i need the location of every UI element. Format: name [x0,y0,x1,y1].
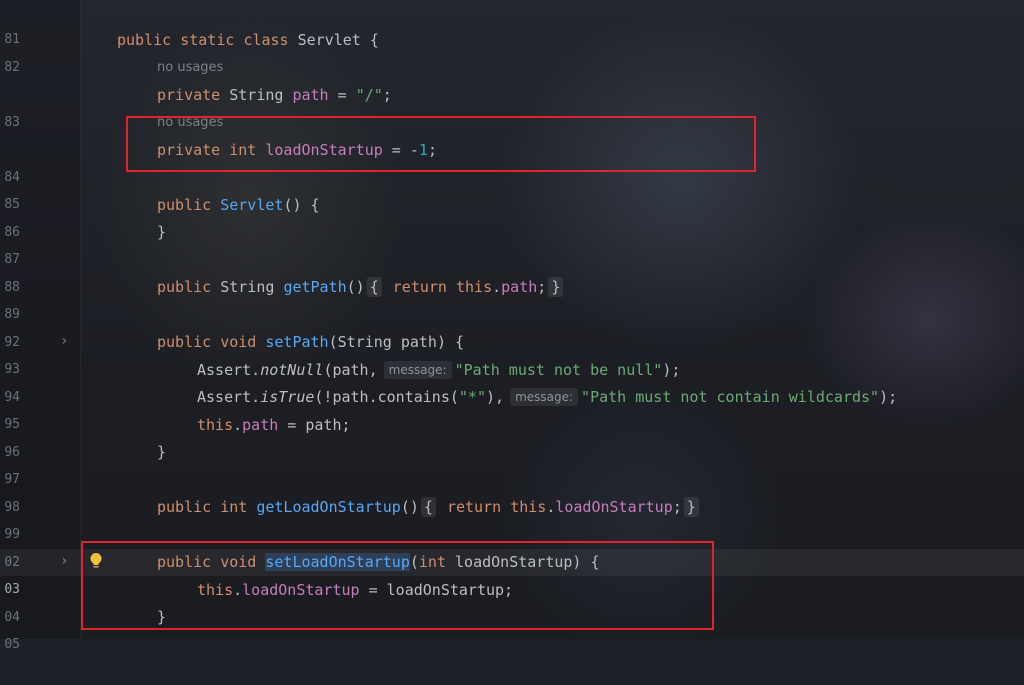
folded-block[interactable]: { [420,497,436,517]
code-text[interactable]: public String getPath(){ return this.pat… [157,274,565,301]
code-line[interactable]: 97 } [0,439,1024,487]
code-text[interactable]: public Servlet() { [157,192,320,219]
code-text[interactable]: public void setPath(String path) { [157,329,464,356]
code-line[interactable]: 92 [0,302,1024,350]
code-line[interactable]: 88 [0,247,1024,295]
line-number: 05 [4,637,20,652]
code-line[interactable]: 86 public Servlet() { [0,192,1024,240]
parameter-hint: message: [383,361,452,379]
usage-hint[interactable]: no usages [157,57,223,79]
folded-block[interactable]: { [366,277,382,297]
code-line[interactable]: 99 › public int getLoadOnStartup(){ retu… [0,494,1024,569]
line-number: 82 [4,60,20,75]
code-line[interactable]: 94 Assert.notNull(path, message: "Path mus… [0,357,1024,405]
code-line[interactable]: 98 [0,467,1024,515]
code-line[interactable]: 81 [0,0,1024,47]
code-line[interactable]: 83 private String path = "/"; [0,82,1024,130]
code-text[interactable]: public int getLoadOnStartup(){ return th… [157,494,701,521]
code-text[interactable]: private String path = "/"; [157,82,392,109]
line-number: 83 [4,115,20,130]
folded-block-end[interactable]: } [548,277,564,297]
code-line[interactable]: 87 } [0,219,1024,267]
highlight-box-setter [81,541,714,630]
code-text[interactable]: public static class Servlet { [117,27,379,54]
folded-block-end[interactable]: } [683,497,699,517]
code-text[interactable]: this.path = path; [197,412,351,439]
code-line[interactable]: 95 Assert.isTrue(!path.contains("*"), mes… [0,384,1024,432]
parameter-hint: message: [510,388,579,406]
code-line[interactable]: 93 public void setPath(String path) { [0,329,1024,377]
code-text[interactable]: } [157,439,166,466]
code-text[interactable]: Assert.notNull(path, message: "Path must n… [197,357,680,384]
code-text[interactable]: } [157,219,166,246]
highlight-box-field [126,116,756,172]
code-text[interactable]: Assert.isTrue(!path.contains("*"), messag… [197,384,897,411]
code-line[interactable]: 82 public static class Servlet { [0,27,1024,75]
code-line[interactable]: 96 this.path = path; [0,412,1024,460]
code-line[interactable]: 89 › public String getPath(){ return thi… [0,274,1024,349]
